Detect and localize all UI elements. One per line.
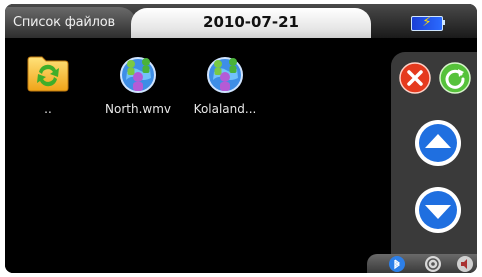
music-icon[interactable]	[425, 256, 441, 272]
battery-cap	[442, 20, 445, 25]
file-item-parent-folder[interactable]: ..	[8, 50, 88, 116]
date-display: 2010-07-21	[131, 8, 371, 38]
file-list: .. North.wmv Kolaland...	[5, 38, 391, 273]
bluetooth-icon[interactable]	[389, 256, 405, 272]
file-item-north-wmv[interactable]: North.wmv	[98, 50, 178, 116]
close-button[interactable]	[399, 62, 431, 94]
media-file-icon	[202, 50, 248, 96]
title-tab: Список файлов	[5, 7, 137, 38]
file-label: Kolaland...	[193, 102, 257, 116]
file-item-kolaland[interactable]: Kolaland...	[185, 50, 265, 116]
speaker-icon[interactable]	[457, 256, 473, 272]
side-control-panel	[391, 52, 477, 273]
file-label: ..	[44, 102, 52, 116]
folder-up-icon	[25, 50, 71, 96]
battery-charging-icon: ⚡	[411, 15, 443, 31]
refresh-button[interactable]	[439, 62, 471, 94]
file-label: North.wmv	[105, 102, 171, 116]
file-browser-window: Список файлов 2010-07-21 ⚡ .. North.wmv …	[5, 4, 477, 273]
arrow-up-icon	[415, 120, 461, 166]
refresh-icon	[439, 62, 471, 94]
scroll-down-button[interactable]	[413, 185, 463, 235]
arrow-down-icon	[415, 187, 461, 233]
date-text: 2010-07-21	[203, 13, 299, 31]
close-icon	[399, 62, 431, 94]
top-bar: Список файлов 2010-07-21 ⚡	[5, 4, 477, 38]
scroll-up-button[interactable]	[413, 118, 463, 168]
page-title: Список файлов	[13, 15, 115, 30]
media-file-icon	[115, 50, 161, 96]
status-bar	[367, 254, 477, 273]
